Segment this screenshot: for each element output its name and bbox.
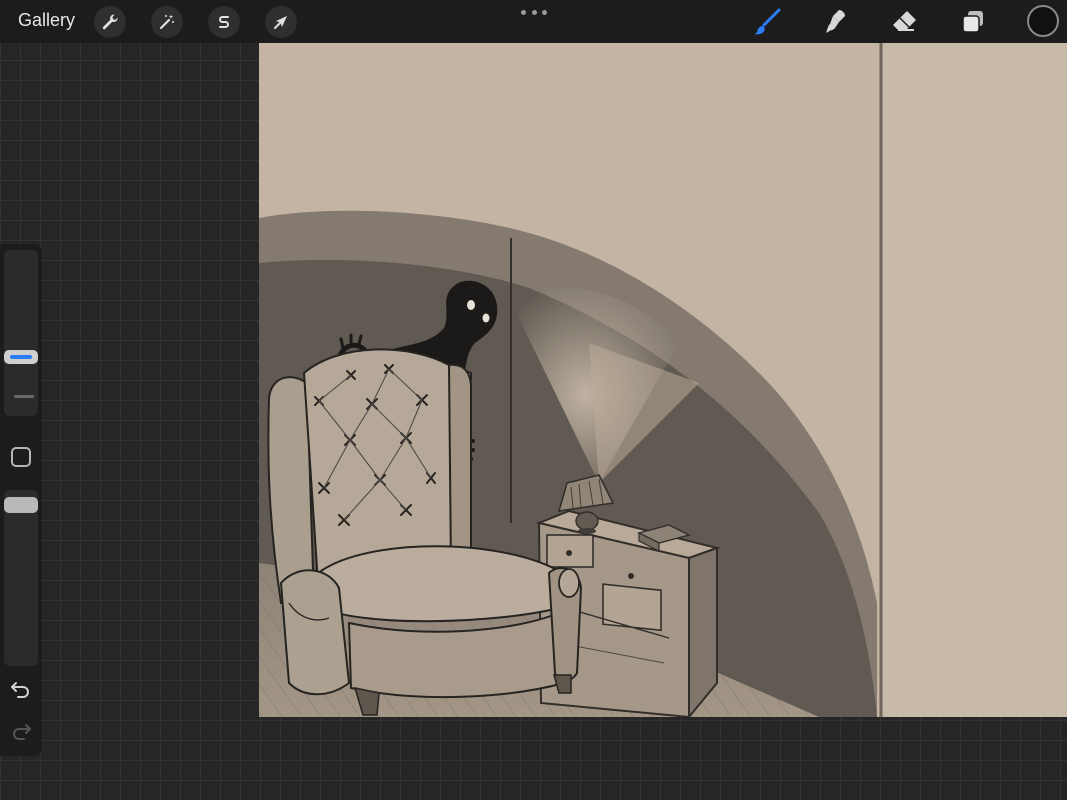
brush-tool-button[interactable] — [749, 4, 785, 40]
undo-icon — [11, 682, 29, 698]
smudge-tool-button[interactable] — [817, 4, 853, 40]
eraser-tool-button[interactable] — [886, 4, 922, 40]
top-toolbar: Gallery — [0, 0, 1067, 43]
brush-opacity-thumb[interactable] — [4, 497, 38, 513]
arrow-cursor-icon — [274, 16, 287, 29]
square-icon[interactable] — [11, 447, 31, 467]
transform-button[interactable] — [265, 6, 297, 38]
selection-button[interactable] — [208, 6, 240, 38]
layers-icon — [962, 11, 983, 33]
brush-icon — [754, 8, 781, 35]
gallery-button[interactable]: Gallery — [18, 10, 75, 31]
layers-button[interactable] — [955, 4, 991, 40]
ellipsis-icon[interactable] — [521, 6, 547, 18]
magic-wand-icon — [159, 14, 174, 30]
dot — [542, 9, 547, 15]
smudge-icon — [826, 10, 845, 33]
dot — [531, 9, 537, 15]
brush-size-slider[interactable] — [4, 250, 38, 416]
sketch-artwork — [259, 43, 1067, 717]
brush-size-thumb[interactable] — [4, 350, 38, 364]
selection-s-icon — [219, 16, 229, 28]
brush-opacity-slider[interactable] — [4, 490, 38, 666]
eraser-icon — [893, 11, 916, 31]
color-picker-button[interactable] — [1027, 5, 1059, 37]
adjustments-button[interactable] — [151, 6, 183, 38]
redo-button[interactable] — [8, 720, 34, 742]
wrench-icon — [102, 14, 118, 30]
drawing-canvas[interactable] — [259, 43, 1067, 717]
brush-size-marker — [14, 395, 34, 398]
dot — [521, 9, 526, 15]
actions-button[interactable] — [94, 6, 126, 38]
undo-button[interactable] — [8, 678, 34, 700]
left-sidebar — [0, 244, 42, 756]
size-thumb-indicator — [10, 355, 32, 359]
redo-icon — [13, 724, 31, 740]
